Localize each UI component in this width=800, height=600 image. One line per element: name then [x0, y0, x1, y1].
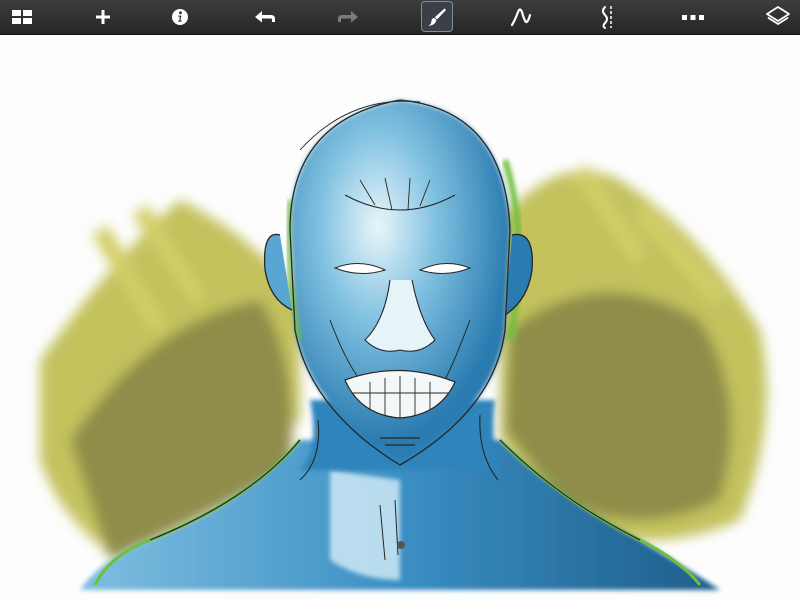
info-icon	[172, 9, 188, 25]
toolbar	[0, 0, 800, 35]
undo-button[interactable]	[250, 2, 280, 32]
info-button[interactable]	[165, 2, 195, 32]
drawing-canvas[interactable]	[0, 35, 800, 600]
plus-icon	[96, 10, 110, 24]
layers-button[interactable]	[763, 2, 793, 32]
redo-button[interactable]	[333, 2, 363, 32]
more-button[interactable]	[678, 2, 708, 32]
undo-icon	[255, 11, 275, 23]
more-icon	[682, 15, 704, 20]
curve-stroke-icon	[510, 8, 532, 27]
stroke-button[interactable]	[506, 2, 536, 32]
gallery-button[interactable]	[7, 2, 37, 32]
grid-icon	[12, 10, 32, 24]
symmetry-icon	[602, 6, 612, 29]
painting-artwork	[40, 99, 767, 590]
new-button[interactable]	[88, 2, 118, 32]
redo-icon	[338, 11, 358, 23]
layers-icon	[766, 6, 790, 25]
symmetry-button[interactable]	[593, 2, 623, 32]
brush-button[interactable]	[421, 1, 453, 32]
brush-icon	[428, 8, 446, 26]
